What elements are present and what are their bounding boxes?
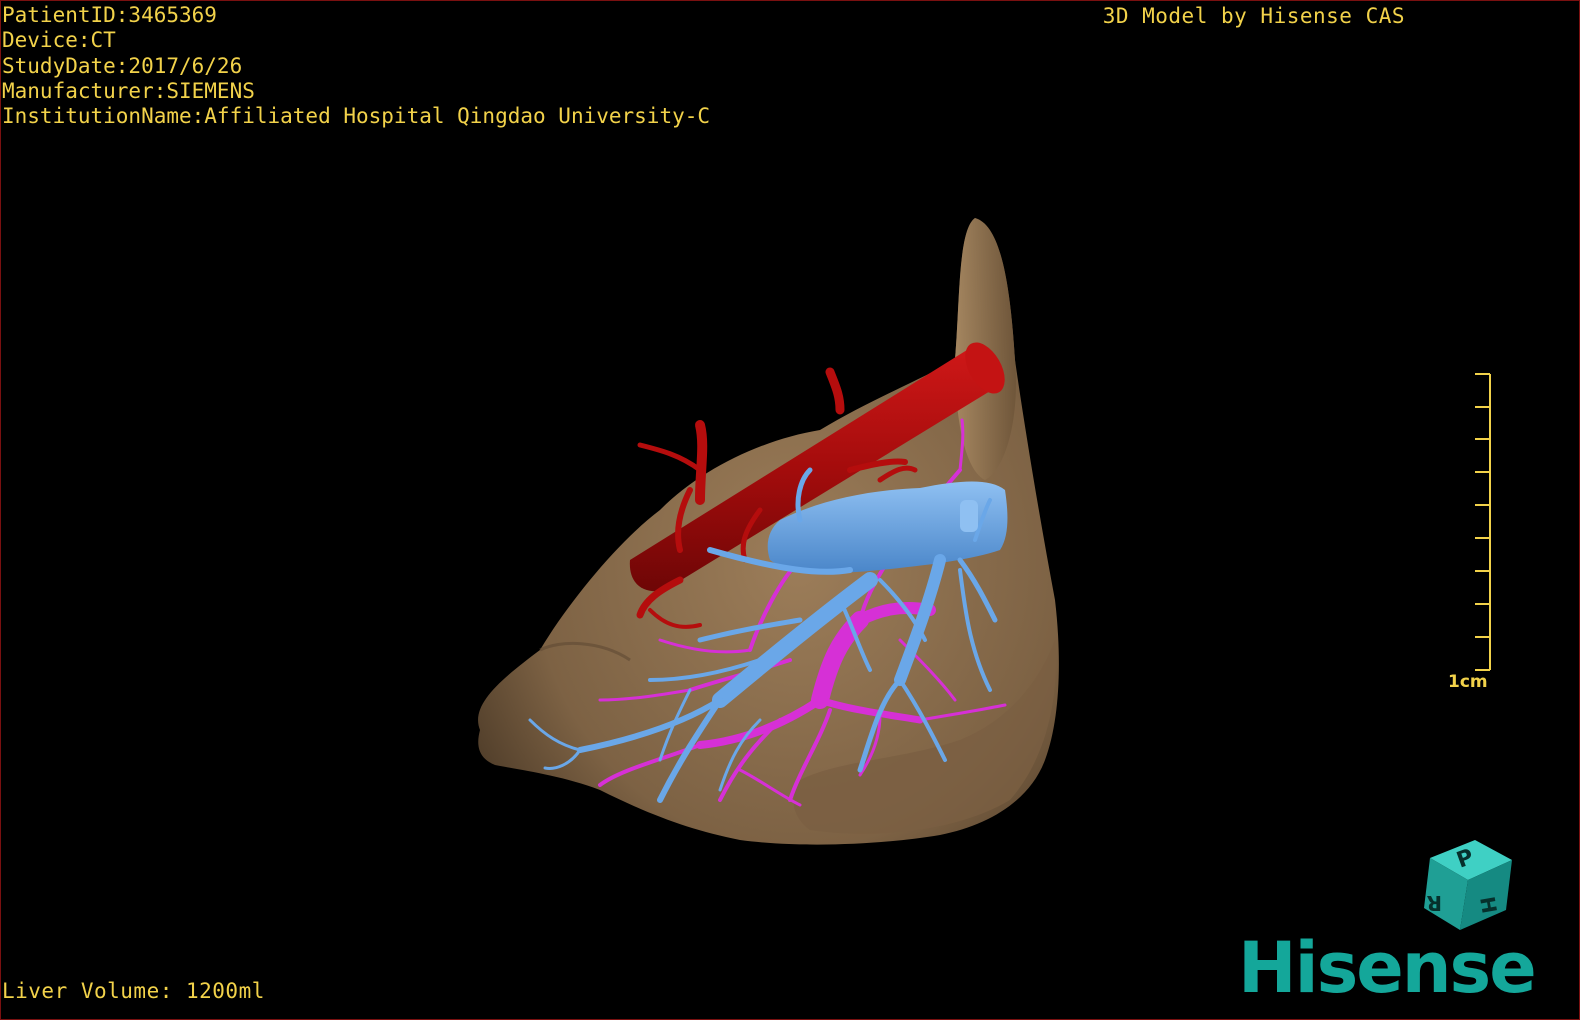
institution-text: InstitutionName:Affiliated Hospital Qing…: [2, 104, 711, 129]
scale-bar-label: 1cm: [1448, 672, 1488, 692]
liver-volume-text: Liver Volume: 1200ml: [2, 979, 265, 1003]
model-credit-text: 3D Model by Hisense CAS: [1102, 4, 1405, 28]
cube-face-r: R: [1427, 891, 1442, 915]
patient-id-text: PatientID:3465369: [2, 3, 217, 27]
patient-info-overlay: PatientID:3465369 Device:CT StudyDate:20…: [2, 3, 710, 129]
orientation-cube-icon[interactable]: P H R: [1420, 838, 1520, 938]
3d-viewport[interactable]: [0, 0, 1580, 1020]
study-date-text: StudyDate:2017/6/26: [2, 53, 243, 78]
hisense-logo: Hisense: [1238, 927, 1537, 1009]
scale-bar: [1475, 373, 1491, 671]
device-text: Device:CT: [2, 28, 116, 53]
manufacturer-text: Manufacturer:SIEMENS: [2, 78, 255, 103]
